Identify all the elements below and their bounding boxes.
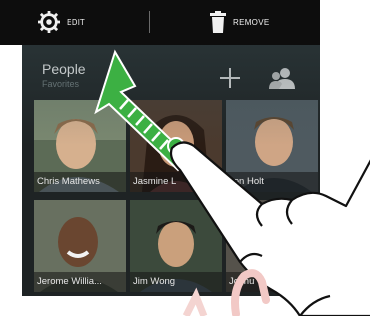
contact-name: son Holt xyxy=(226,172,318,192)
contact-name: Jerome Willia... xyxy=(34,272,126,292)
edit-label: EDIT xyxy=(67,17,85,27)
widget-title: People xyxy=(42,61,86,77)
contact-tile[interactable]: Joshu xyxy=(226,200,318,292)
contact-name: Jasmine L xyxy=(130,172,222,192)
remove-button[interactable]: REMOVE xyxy=(209,9,269,35)
action-bar: EDIT REMOVE xyxy=(0,0,320,45)
contact-tile[interactable]: Jasmine L xyxy=(130,100,222,192)
phone-screen: EDIT REMOVE People Favorites Chris Mathe… xyxy=(0,0,370,316)
contact-tile[interactable]: Chris Mathews xyxy=(34,100,126,192)
contact-tile[interactable]: Jerome Willia... xyxy=(34,200,126,292)
contact-tile[interactable]: Jim Wong xyxy=(130,200,222,292)
toolbar-divider xyxy=(149,11,150,33)
edit-button[interactable]: EDIT xyxy=(38,9,85,35)
widget-subtitle: Favorites xyxy=(42,79,80,89)
remove-label: REMOVE xyxy=(233,17,270,27)
contact-name: Joshu xyxy=(226,272,318,292)
contact-name: Jim Wong xyxy=(130,272,222,292)
group-icon[interactable] xyxy=(269,67,295,89)
contact-tile[interactable]: son Holt xyxy=(226,100,318,192)
gear-icon xyxy=(38,11,60,33)
trash-icon xyxy=(210,11,226,33)
contact-name: Chris Mathews xyxy=(34,172,126,192)
add-contact-button[interactable] xyxy=(217,65,243,91)
people-widget: People Favorites Chris Mathews Jasmine L… xyxy=(22,45,320,296)
